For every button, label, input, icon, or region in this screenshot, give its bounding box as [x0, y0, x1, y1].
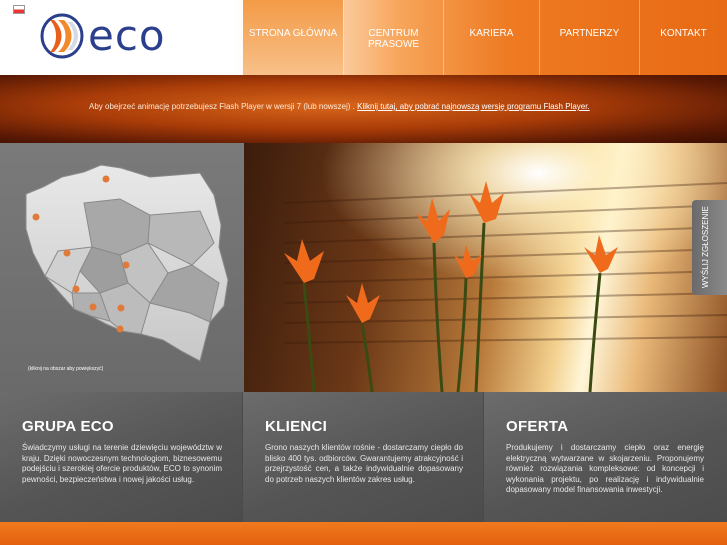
box-grupa-eco: GRUPA ECO Świadczymy usługi na terenie d… — [0, 392, 242, 522]
box-oferta-text: Produkujemy i dostarczamy ciepło oraz en… — [506, 443, 704, 494]
box-grupa-eco-text: Świadczymy usługi na terenie dziewięciu … — [22, 443, 222, 484]
nav-strona-glowna[interactable]: STRONA GŁÓWNA — [243, 0, 343, 75]
map-caption: (kliknij na obszar aby powiększyć) — [28, 366, 104, 372]
flash-notice: Aby obejrzeć animację potrzebujesz Flash… — [89, 102, 590, 111]
box-oferta-title[interactable]: OFERTA — [506, 418, 727, 435]
nav-kariera[interactable]: KARIERA — [443, 0, 539, 75]
info-section: GRUPA ECO Świadczymy usługi na terenie d… — [0, 392, 727, 522]
nav-kontakt[interactable]: KONTAKT — [639, 0, 727, 75]
box-klienci-text: Grono naszych klientów rośnie - dostarcz… — [265, 443, 463, 484]
header: eco STRONA GŁÓWNA CENTRUM PRASOWE KARIER… — [0, 0, 727, 75]
nav-partnerzy[interactable]: PARTNERZY — [539, 0, 639, 75]
flash-notice-text: Aby obejrzeć animację potrzebujesz Flash… — [89, 102, 355, 111]
send-application-label: WYŚLIJ ZGŁOSZENIE — [701, 206, 710, 288]
box-grupa-eco-title[interactable]: GRUPA ECO — [22, 418, 242, 435]
poland-map[interactable] — [0, 143, 244, 392]
send-application-tab[interactable]: WYŚLIJ ZGŁOSZENIE — [692, 200, 727, 295]
logo-wordmark[interactable]: eco — [88, 14, 166, 58]
flash-download-link[interactable]: Kliknij tutaj, aby pobrać najnowszą wers… — [357, 102, 590, 111]
box-klienci: KLIENCI Grono naszych klientów rośnie - … — [243, 392, 483, 522]
language-flag-icon[interactable] — [13, 5, 25, 14]
flowers-image — [244, 143, 727, 392]
box-oferta: OFERTA Produkujemy i dostarczamy ciepło … — [484, 392, 727, 522]
flash-banner: Aby obejrzeć animację potrzebujesz Flash… — [0, 75, 727, 143]
poland-map-panel: (kliknij na obszar aby powiększyć) — [0, 143, 244, 392]
hero-photo — [244, 143, 727, 392]
box-klienci-title[interactable]: KLIENCI — [265, 418, 483, 435]
nav-centrum-prasowe[interactable]: CENTRUM PRASOWE — [343, 0, 443, 75]
main-nav: STRONA GŁÓWNA CENTRUM PRASOWE KARIERA PA… — [243, 0, 727, 75]
footer-strip — [0, 522, 727, 545]
